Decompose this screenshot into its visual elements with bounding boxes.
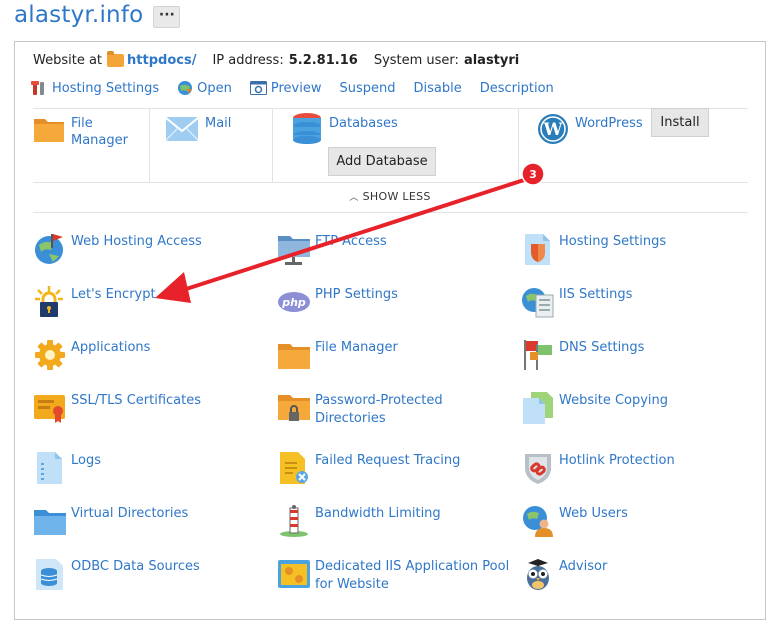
tool-label: IIS Settings [559,287,633,302]
website-panel: Website at httpdocs/ IP address: 5.2.81.… [14,41,766,620]
system-user-value: alastyri [463,53,520,68]
open-link[interactable]: Open [177,80,232,96]
web-users-icon [521,504,555,538]
app-pool-icon [277,557,311,591]
install-button[interactable]: Install [651,108,709,137]
dns-flags-icon [521,338,555,372]
file-manager-tile[interactable]: File Manager [33,109,150,182]
preview-icon [249,81,267,95]
ip-label: IP address: [212,53,284,68]
folder-icon [277,338,311,372]
open-label: Open [197,80,232,96]
certificate-icon [33,391,67,425]
ip-value: 5.2.81.16 [288,53,358,68]
tool-label: SSL/TLS Certificates [71,393,201,408]
file-manager-icon [33,115,65,147]
tool-label: Failed Request Tracing [315,453,461,468]
website-label: Website at [33,53,103,68]
tool-label: Virtual Directories [71,506,189,521]
database-icon [292,113,322,149]
advisor-owl-icon [521,557,555,591]
file-manager-label: File Manager [71,116,128,148]
svg-text:W: W [542,120,563,140]
show-less-toggle[interactable]: ︿ SHOW LESS [15,190,765,203]
add-database-button[interactable]: Add Database [328,147,436,176]
mail-label: Mail [205,116,232,131]
tool-label: Web Users [559,506,628,521]
gear-icon [33,338,67,372]
tool-label: DNS Settings [559,340,645,355]
folder-icon [33,504,67,538]
mail-icon [165,117,199,145]
tool-label: Hosting Settings [559,234,667,249]
hosting-settings-icon [521,232,555,266]
tool-label: ODBC Data Sources [71,559,200,574]
logs-document-icon [33,451,67,485]
header: alastyr.info ··· [14,2,181,28]
tool-label: Advisor [559,559,608,574]
system-user-label: System user: [373,53,459,68]
preview-label: Preview [270,80,322,96]
tool-label: FTP Access [315,234,387,249]
preview-link[interactable]: Preview [249,80,322,96]
iis-icon [521,285,555,319]
databases-tile: Databases Add Database [273,109,519,182]
tool-label: Applications [71,340,151,355]
database-icon [33,557,67,591]
tool-label: Logs [71,453,101,468]
wordpress-tile: W WordPress Install [519,108,748,182]
tool-label: Web Hosting Access [71,234,202,249]
site-title[interactable]: alastyr.info [14,2,143,28]
tool-label: Hotlink Protection [559,453,675,468]
divider [33,182,748,183]
disable-link[interactable]: Disable [414,81,462,96]
databases-link[interactable]: Databases [329,115,398,132]
hotlink-shield-icon [521,451,555,485]
website-actions: Hosting Settings Open Preview Suspend Di… [31,80,572,96]
tool-label: Website Copying [559,393,669,408]
wordpress-icon: W [537,113,569,149]
quick-access-row: File Manager Mail Databases Add Database… [33,108,748,182]
hosting-settings-link[interactable]: Hosting Settings [31,80,160,96]
php-icon: php [277,285,311,319]
open-globe-icon [177,80,193,96]
tool-label: File Manager [315,340,398,355]
docroot-link[interactable]: httpdocs/ [127,53,196,68]
description-link[interactable]: Description [480,81,554,96]
tools-icon [31,80,48,96]
website-info: Website at httpdocs/ IP address: 5.2.81.… [33,51,535,68]
failed-tracing-icon [277,451,311,485]
folder-icon [107,51,125,67]
suspend-link[interactable]: Suspend [340,81,396,96]
tool-label: Dedicated IIS Application Pool for Websi… [315,559,510,592]
tool-label: PHP Settings [315,287,398,302]
copy-documents-icon [521,391,555,425]
show-less-label: SHOW LESS [362,190,431,203]
tool-label: Let's Encrypt [71,287,156,302]
ftp-folder-icon [277,232,311,266]
svg-text:php: php [281,296,306,309]
locked-folder-icon [277,391,311,425]
divider [33,212,748,213]
tool-label: Bandwidth Limiting [315,506,441,521]
more-options-button[interactable]: ··· [153,6,181,28]
chevron-up-icon: ︿ [349,193,359,203]
web-hosting-globe-icon [33,232,67,266]
tool-label: Password-Protected Directories [315,393,443,426]
wordpress-link[interactable]: WordPress [575,115,643,132]
hosting-settings-label: Hosting Settings [52,80,160,96]
barrier-icon [277,504,311,538]
lets-encrypt-lock-icon [33,285,67,319]
mail-tile[interactable]: Mail [150,109,273,182]
